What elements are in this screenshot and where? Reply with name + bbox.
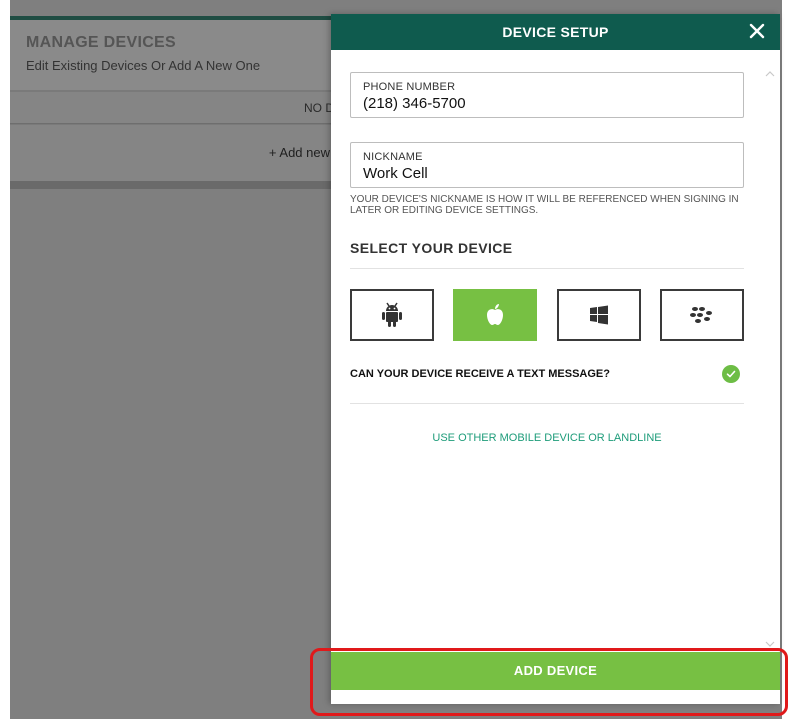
apple-icon	[487, 304, 504, 325]
check-icon[interactable]	[722, 365, 740, 383]
close-icon[interactable]	[744, 18, 770, 44]
select-device-title: SELECT YOUR DEVICE	[350, 240, 744, 269]
no-devices-text: NO D	[304, 101, 334, 115]
nickname-label: NICKNAME	[363, 151, 423, 163]
device-selector	[350, 289, 744, 341]
blackberry-icon	[689, 307, 712, 323]
add-new-row[interactable]: + Add new	[10, 125, 340, 181]
phone-number-label: PHONE NUMBER	[363, 81, 456, 93]
nickname-help-text: YOUR DEVICE'S NICKNAME IS HOW IT WILL BE…	[350, 194, 739, 216]
android-device-button[interactable]	[350, 289, 434, 341]
apple-device-button[interactable]	[453, 289, 538, 341]
text-message-question: CAN YOUR DEVICE RECEIVE A TEXT MESSAGE?	[350, 368, 610, 380]
add-device-button[interactable]: ADD DEVICE	[331, 652, 780, 690]
panel-bottom-strip	[10, 181, 340, 189]
add-new-link[interactable]: + Add new	[269, 145, 330, 160]
modal-scrollbar[interactable]	[764, 70, 776, 650]
modal-title: DEVICE SETUP	[502, 24, 609, 40]
text-message-row: CAN YOUR DEVICE RECEIVE A TEXT MESSAGE?	[350, 365, 744, 404]
phone-number-field[interactable]: PHONE NUMBER (218) 346-5700	[350, 72, 744, 118]
nickname-field[interactable]: NICKNAME Work Cell	[350, 142, 744, 188]
windows-device-button[interactable]	[556, 289, 641, 341]
scroll-down-icon[interactable]	[764, 640, 776, 650]
blackberry-device-button[interactable]	[659, 289, 744, 341]
modal-header: DEVICE SETUP	[331, 14, 780, 50]
left-edge	[0, 0, 10, 719]
no-devices-row: NO D	[10, 92, 340, 124]
manage-devices-subtitle: Edit Existing Devices Or Add A New One	[26, 58, 261, 73]
phone-number-value[interactable]: (218) 346-5700	[363, 95, 731, 112]
android-icon	[382, 302, 402, 327]
right-edge	[782, 0, 796, 719]
manage-devices-title: MANAGE DEVICES	[26, 34, 176, 51]
manage-devices-header: MANAGE DEVICES Edit Existing Devices Or …	[10, 16, 340, 90]
nickname-value[interactable]: Work Cell	[363, 165, 731, 182]
modal-content: PHONE NUMBER (218) 346-5700 NICKNAME Wor…	[350, 72, 744, 444]
scroll-up-icon[interactable]	[764, 70, 776, 80]
windows-icon	[589, 305, 608, 325]
device-setup-modal: DEVICE SETUP PHONE NUMBER (218) 346-5700…	[331, 14, 780, 704]
use-other-device-link[interactable]: USE OTHER MOBILE DEVICE OR LANDLINE	[350, 432, 744, 444]
